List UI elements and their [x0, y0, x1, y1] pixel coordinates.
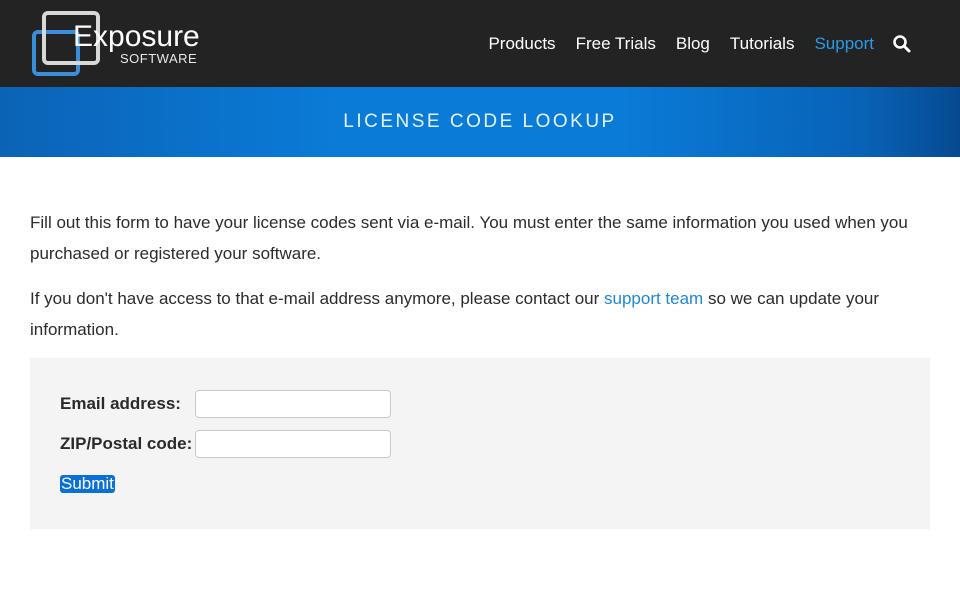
page-title: LICENSE CODE LOOKUP: [343, 111, 617, 132]
search-icon[interactable]: [892, 34, 912, 54]
main-content: Fill out this form to have your license …: [30, 207, 935, 359]
nav-item-products[interactable]: Products: [488, 33, 555, 55]
zip-field[interactable]: [195, 430, 391, 458]
support-text-before: If you don't have access to that e-mail …: [30, 289, 604, 308]
support-paragraph: If you don't have access to that e-mail …: [30, 283, 935, 345]
zip-row: ZIP/Postal code:: [60, 430, 391, 458]
email-label: Email address:: [60, 394, 181, 413]
email-row: Email address:: [60, 390, 391, 418]
brand-subtitle: SOFTWARE: [120, 51, 198, 66]
site-logo[interactable]: Exposure SOFTWARE: [32, 10, 212, 78]
site-header: Exposure SOFTWARE Products Free Trials B…: [0, 0, 960, 87]
brand-name: Exposure: [73, 20, 200, 53]
intro-paragraph: Fill out this form to have your license …: [30, 213, 908, 263]
support-team-link[interactable]: support team: [604, 289, 703, 308]
search-icon-glyph: [893, 35, 911, 53]
nav-item-support[interactable]: Support: [814, 33, 874, 55]
submit-button[interactable]: Submit: [60, 475, 115, 493]
main-nav: Products Free Trials Blog Tutorials Supp…: [468, 33, 912, 55]
nav-item-tutorials[interactable]: Tutorials: [730, 33, 795, 55]
zip-label: ZIP/Postal code:: [60, 434, 193, 453]
email-field[interactable]: [195, 390, 391, 418]
license-lookup-form: Email address: ZIP/Postal code: Submit: [30, 358, 930, 529]
nav-item-blog[interactable]: Blog: [676, 33, 710, 55]
nav-item-free-trials[interactable]: Free Trials: [576, 33, 656, 55]
page-banner: LICENSE CODE LOOKUP: [0, 87, 960, 157]
